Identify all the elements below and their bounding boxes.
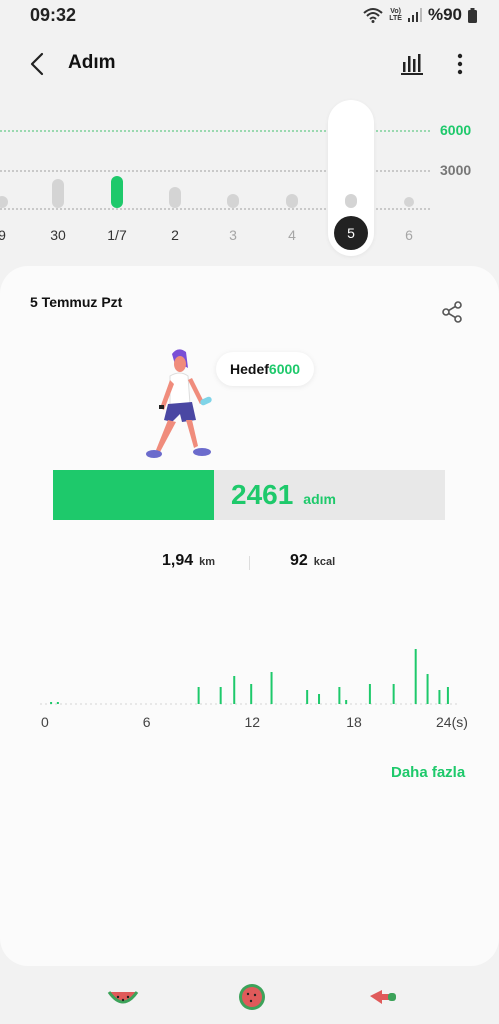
day-label-selected[interactable]: 5: [334, 216, 368, 250]
day-bar-3[interactable]: [227, 193, 239, 208]
hourly-bar: [219, 687, 222, 704]
status-bar: 09:32 Vo) LTE %90: [0, 0, 499, 32]
x-tick-label: 18: [346, 714, 362, 730]
day-label-2[interactable]: 2: [155, 227, 195, 243]
day-label-1-7[interactable]: 1/7: [97, 227, 137, 243]
chevron-left-icon[interactable]: [24, 50, 52, 78]
hourly-bar: [438, 690, 441, 704]
day-bar-6[interactable]: [404, 197, 414, 207]
steps-value: 2461: [231, 479, 294, 510]
distance-unit: km: [199, 556, 216, 568]
stat-divider: [249, 556, 250, 570]
calories-stat: 92 kcal: [290, 552, 335, 570]
share-icon[interactable]: [440, 300, 464, 324]
x-tick-label: 24(s): [436, 714, 468, 730]
distance-stat: 1,94 km: [162, 552, 215, 570]
y-label-mid: 3000: [440, 162, 472, 178]
steps-unit: adım: [303, 491, 336, 507]
hourly-bar: [345, 700, 348, 704]
day-bar-2[interactable]: [169, 187, 181, 208]
volte-bottom: LTE: [389, 15, 402, 22]
watermelon-round-icon[interactable]: [235, 982, 269, 1012]
day-bar-30[interactable]: [52, 179, 64, 208]
hourly-bar: [368, 684, 371, 704]
day-stats: 1,94 km 92 kcal: [0, 552, 499, 576]
pointing-hand-icon[interactable]: [366, 982, 400, 1012]
day-bar-4[interactable]: [286, 193, 298, 208]
day-label-30[interactable]: 30: [38, 227, 78, 243]
day-detail-card: 5 Temmuz Pzt Hedef6000 2461 adım 1,94 km…: [0, 266, 499, 966]
y-label-goal: 6000: [440, 122, 472, 138]
hourly-bar: [50, 702, 53, 704]
day-label-6[interactable]: 6: [389, 227, 429, 243]
wifi-icon: [363, 8, 383, 23]
battery-icon: [468, 7, 477, 23]
day-bar-5[interactable]: [345, 193, 357, 208]
hourly-bar: [414, 649, 417, 704]
hourly-bar: [306, 690, 309, 704]
calories-value: 92: [290, 552, 308, 569]
hourly-bar: [338, 687, 341, 704]
distance-value: 1,94: [162, 552, 194, 569]
app-bar: Adım: [0, 40, 499, 88]
day-bar-9[interactable]: [0, 196, 8, 208]
hourly-bar: [318, 694, 321, 704]
hourly-bar: [392, 684, 395, 704]
hourly-bar: [233, 676, 236, 704]
hourly-bar: [250, 684, 253, 704]
steps-count: 2461 adım: [231, 479, 336, 511]
hourly-bar: [426, 674, 429, 704]
battery-percent: %90: [427, 5, 462, 24]
goal-bubble: Hedef6000: [216, 352, 315, 386]
hourly-bar: [270, 672, 273, 704]
signal-icon: [407, 8, 422, 22]
hourly-bar: [446, 687, 449, 704]
x-tick-label: 0: [41, 714, 49, 730]
watermelon-slice-icon[interactable]: [106, 982, 140, 1012]
bottom-nav: [0, 972, 499, 1024]
goal-value: 6000: [268, 361, 301, 377]
bar-chart-icon[interactable]: [398, 50, 426, 78]
hourly-bar: [56, 702, 59, 704]
page-title: Adım: [68, 52, 116, 73]
x-tick-label: 6: [142, 714, 151, 730]
goal-prefix: Hedef: [230, 361, 269, 377]
status-time: 09:32: [30, 5, 77, 25]
volte-icon: Vo) LTE: [389, 8, 402, 22]
more-vertical-icon[interactable]: [450, 50, 470, 78]
card-date: 5 Temmuz Pzt: [30, 294, 123, 310]
volte-top: Vo): [390, 8, 401, 15]
x-tick-label: 12: [244, 714, 261, 730]
more-link[interactable]: Daha fazla: [391, 764, 465, 781]
calories-unit: kcal: [313, 556, 336, 568]
hourly-steps-chart: 0 6 12 18 24(s): [0, 636, 499, 736]
day-label-3[interactable]: 3: [213, 227, 253, 243]
hourly-chart-canvas: [40, 649, 460, 705]
day-label-9[interactable]: 9: [0, 227, 22, 243]
day-bar-1-7[interactable]: [111, 175, 123, 208]
hourly-bar: [197, 687, 200, 704]
status-icons: Vo) LTE %90: [363, 5, 477, 25]
steps-progress-fill: [53, 470, 214, 520]
walking-person-illustration: [146, 349, 212, 458]
weekly-steps-chart: 6000 3000 9 30 1/7 2 3 4 5 6: [0, 100, 499, 260]
day-label-4[interactable]: 4: [272, 227, 312, 243]
